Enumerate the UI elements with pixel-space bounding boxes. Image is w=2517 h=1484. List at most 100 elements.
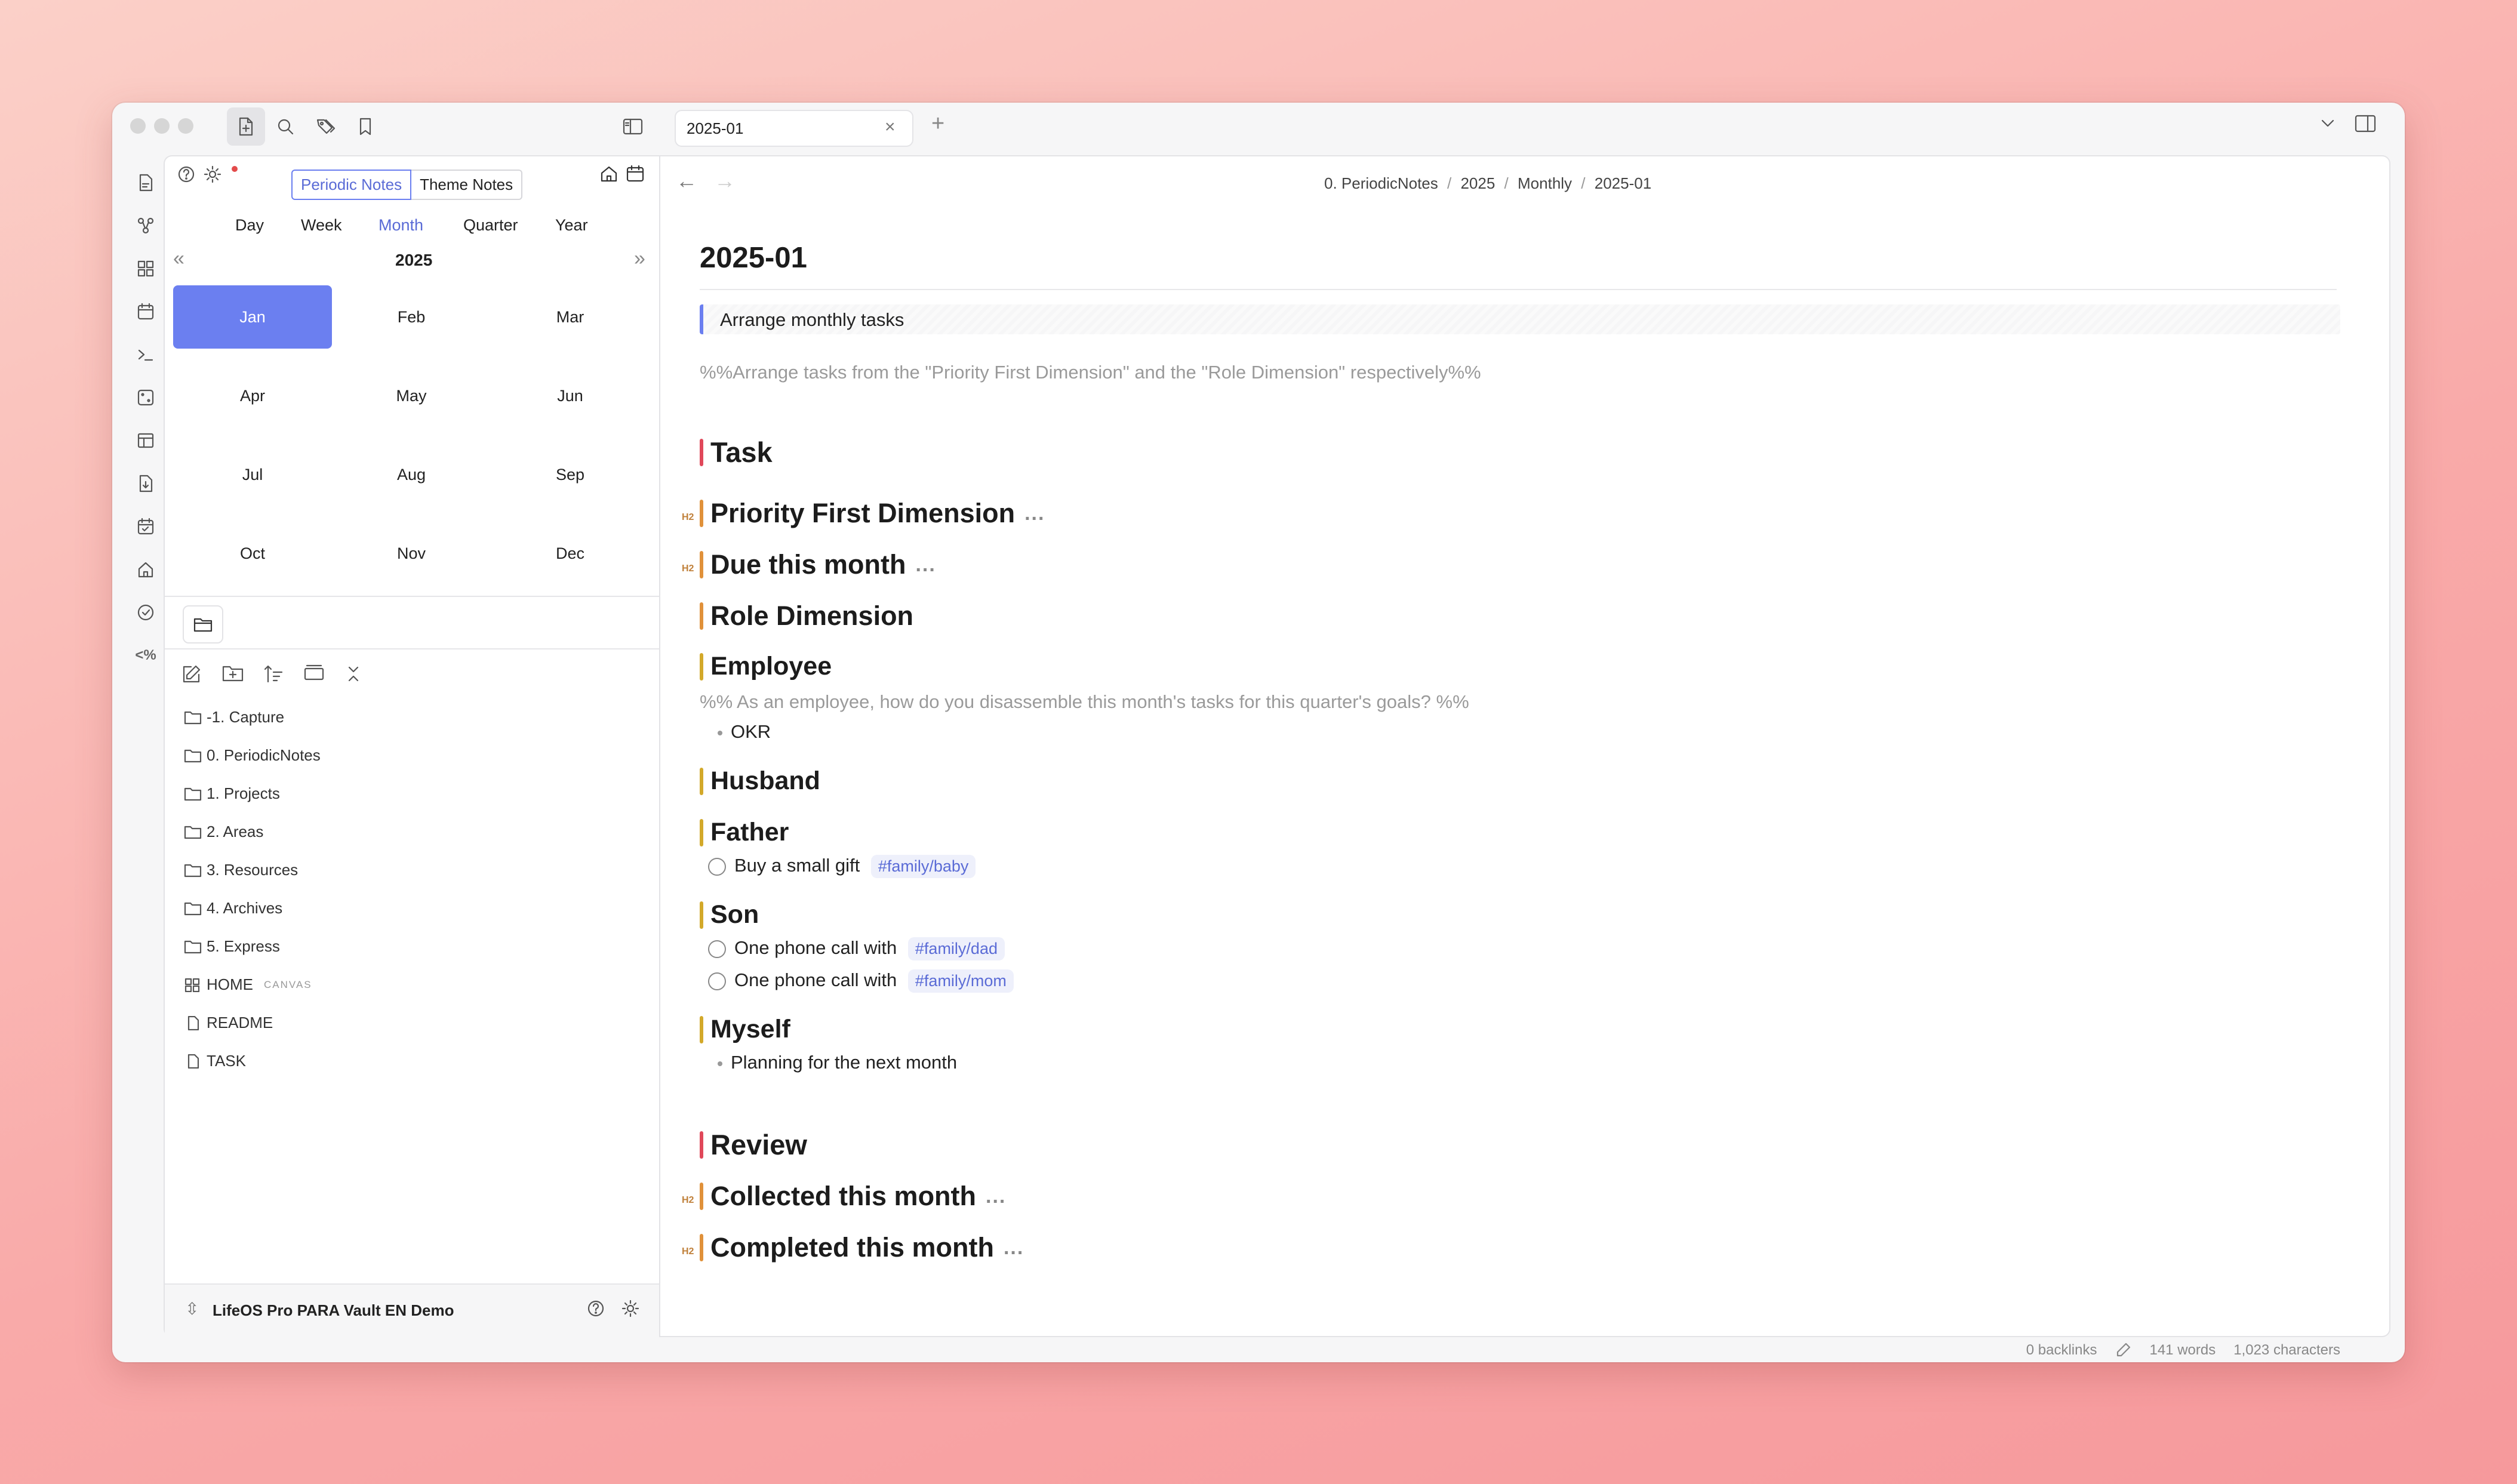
- tag-family-baby[interactable]: #family/baby: [870, 855, 976, 878]
- toggle-left-sidebar-icon[interactable]: [614, 107, 652, 146]
- tree-folder-projects[interactable]: 1. Projects: [184, 784, 280, 803]
- tag-family-mom[interactable]: #family/mom: [907, 969, 1014, 993]
- folded-ellipsis[interactable]: ...: [1024, 502, 1045, 525]
- task-checkbox[interactable]: [708, 940, 726, 958]
- tree-file-readme[interactable]: README: [184, 1014, 273, 1032]
- heading-due-this-month[interactable]: Due this month ...: [700, 549, 936, 580]
- period-tab-week[interactable]: Week: [301, 216, 342, 235]
- month-cell-feb[interactable]: Feb: [332, 285, 491, 349]
- forward-arrow-icon[interactable]: →: [714, 168, 736, 193]
- file-explorer-tab[interactable]: [183, 605, 223, 644]
- tags-icon[interactable]: [307, 107, 345, 146]
- comment-text: %% As an employee, how do you disassembl…: [700, 691, 1469, 712]
- table-icon[interactable]: [129, 424, 162, 457]
- previous-year-icon[interactable]: «: [173, 247, 184, 270]
- month-cell-mar[interactable]: Mar: [491, 285, 650, 349]
- heading-bar: [700, 652, 703, 681]
- folded-ellipsis[interactable]: ...: [986, 1185, 1006, 1208]
- settings-gear-icon[interactable]: [203, 165, 222, 187]
- folded-ellipsis[interactable]: ...: [1004, 1236, 1024, 1260]
- theme-notes-toggle[interactable]: Theme Notes: [411, 170, 523, 200]
- sort-icon[interactable]: [263, 664, 284, 687]
- breadcrumb-item[interactable]: Monthly: [1518, 174, 1572, 192]
- folded-ellipsis[interactable]: ...: [915, 553, 936, 577]
- tree-folder-capture[interactable]: -1. Capture: [184, 708, 284, 726]
- back-arrow-icon[interactable]: ←: [676, 168, 697, 193]
- calendar-icon[interactable]: [129, 295, 162, 328]
- callout-block[interactable]: Arrange monthly tasks: [700, 304, 2340, 334]
- search-icon[interactable]: [266, 107, 304, 146]
- close-tab-icon[interactable]: ×: [885, 117, 896, 137]
- tree-folder-periodicnotes[interactable]: 0. PeriodicNotes: [184, 746, 321, 765]
- canvas-icon[interactable]: [129, 252, 162, 285]
- vault-switcher-icon[interactable]: ⇳: [185, 1299, 199, 1319]
- terminal-icon[interactable]: [129, 338, 162, 371]
- period-tab-month[interactable]: Month: [379, 216, 423, 235]
- vault-name[interactable]: LifeOS Pro PARA Vault EN Demo: [213, 1301, 454, 1320]
- chevron-down-icon[interactable]: [2319, 116, 2337, 133]
- heading-completed-this-month[interactable]: Completed this month ...: [700, 1232, 1024, 1263]
- tag-family-dad[interactable]: #family/dad: [907, 937, 1005, 960]
- month-cell-jun[interactable]: Jun: [491, 364, 650, 427]
- dice-icon[interactable]: [129, 381, 162, 414]
- folder-icon: [184, 787, 202, 801]
- title-divider: [700, 289, 2337, 290]
- tree-folder-resources[interactable]: 3. Resources: [184, 861, 298, 879]
- auto-reveal-icon[interactable]: [303, 664, 325, 686]
- period-tab-quarter[interactable]: Quarter: [463, 216, 518, 235]
- tree-folder-archives[interactable]: 4. Archives: [184, 899, 282, 918]
- period-tab-day[interactable]: Day: [235, 216, 264, 235]
- close-window-button[interactable]: [130, 118, 146, 134]
- files-tab-icon[interactable]: [227, 107, 265, 146]
- edit-mode-icon[interactable]: [2115, 1342, 2131, 1359]
- zoom-window-button[interactable]: [178, 118, 193, 134]
- graph-view-icon[interactable]: [129, 209, 162, 242]
- heading-priority-first[interactable]: Priority First Dimension ...: [700, 498, 1045, 529]
- new-note-icon[interactable]: [129, 166, 162, 199]
- month-cell-aug[interactable]: Aug: [332, 443, 491, 506]
- month-cell-jan[interactable]: Jan: [173, 285, 332, 349]
- month-cell-apr[interactable]: Apr: [173, 364, 332, 427]
- new-note-icon[interactable]: [181, 664, 202, 687]
- vault-help-icon[interactable]: [586, 1299, 605, 1321]
- vault-settings-icon[interactable]: [621, 1299, 640, 1321]
- month-cell-sep[interactable]: Sep: [491, 443, 650, 506]
- heading-collected-this-month[interactable]: Collected this month ...: [700, 1181, 1006, 1212]
- calendar-today-icon[interactable]: [626, 165, 645, 186]
- month-cell-may[interactable]: May: [332, 364, 491, 427]
- tab-2025-01[interactable]: 2025-01 ×: [675, 110, 913, 147]
- calendar-check-icon[interactable]: [129, 510, 162, 543]
- task-check-icon[interactable]: [129, 596, 162, 629]
- periodic-notes-toggle[interactable]: Periodic Notes: [291, 170, 412, 200]
- left-sidebar: Periodic Notes Theme Notes Day Week Mont…: [164, 155, 660, 1337]
- task-checkbox[interactable]: [708, 972, 726, 990]
- period-tab-year[interactable]: Year: [555, 216, 588, 235]
- tree-file-task[interactable]: TASK: [184, 1052, 246, 1070]
- month-cell-jul[interactable]: Jul: [173, 443, 332, 506]
- new-folder-icon[interactable]: [222, 664, 244, 686]
- tree-folder-express[interactable]: 5. Express: [184, 937, 280, 956]
- month-cell-nov[interactable]: Nov: [332, 522, 491, 585]
- heading-bar: [700, 551, 703, 578]
- import-icon[interactable]: [129, 467, 162, 500]
- collapse-all-icon[interactable]: [344, 664, 363, 687]
- next-year-icon[interactable]: »: [634, 247, 645, 270]
- task-checkbox[interactable]: [708, 857, 726, 876]
- month-cell-dec[interactable]: Dec: [491, 522, 650, 585]
- new-tab-icon[interactable]: +: [931, 111, 944, 137]
- breadcrumb-item[interactable]: 2025: [1460, 174, 1495, 192]
- divider: [165, 596, 660, 597]
- tree-file-home-canvas[interactable]: HOME CANVAS: [184, 975, 312, 994]
- help-icon[interactable]: [177, 165, 196, 187]
- backlinks-count[interactable]: 0 backlinks: [2026, 1342, 2097, 1359]
- home-icon[interactable]: [129, 553, 162, 586]
- breadcrumb-item[interactable]: 0. PeriodicNotes: [1324, 174, 1438, 192]
- breadcrumb-item[interactable]: 2025-01: [1595, 174, 1651, 192]
- tree-folder-areas[interactable]: 2. Areas: [184, 823, 263, 841]
- minimize-window-button[interactable]: [154, 118, 170, 134]
- templater-icon[interactable]: <%: [129, 639, 162, 672]
- home-icon[interactable]: [599, 165, 619, 186]
- bookmark-icon[interactable]: [346, 107, 384, 146]
- month-cell-oct[interactable]: Oct: [173, 522, 332, 585]
- toggle-right-sidebar-icon[interactable]: [2355, 115, 2376, 136]
